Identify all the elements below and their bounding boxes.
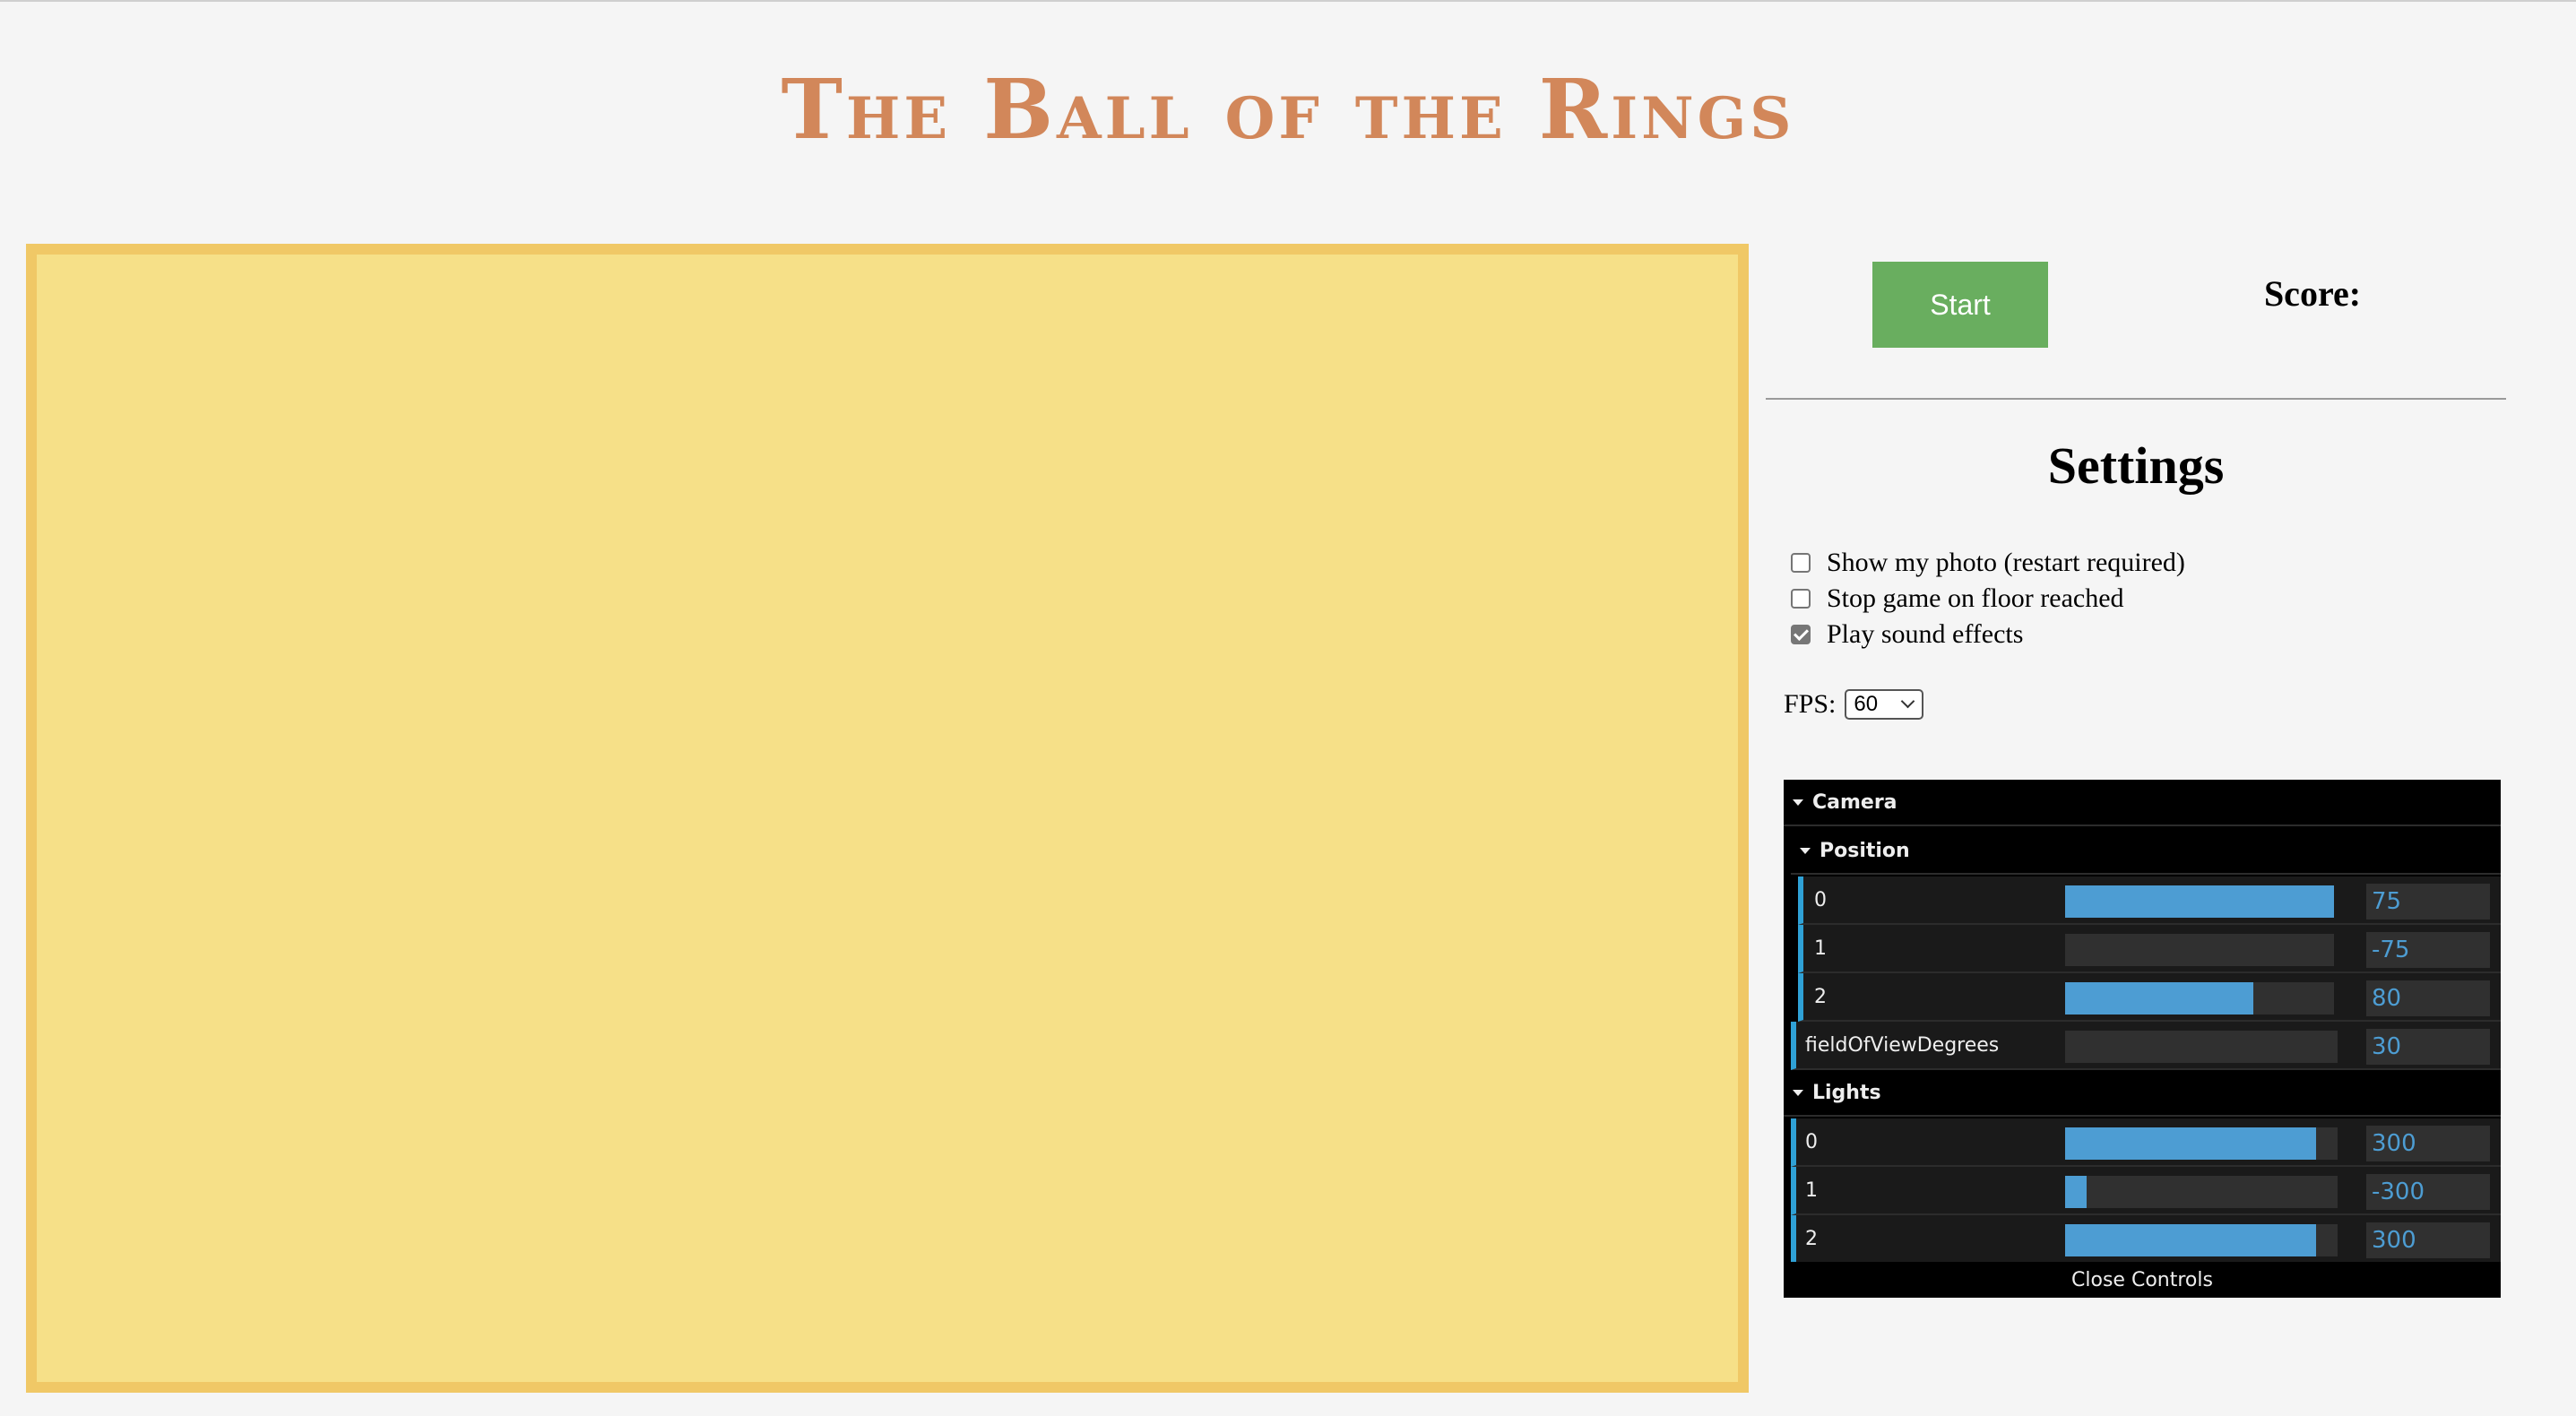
- lights-row-1: 1 -300: [1791, 1167, 2501, 1215]
- sound-effects-checkbox[interactable]: [1791, 625, 1811, 644]
- show-photo-label: Show my photo (restart required): [1827, 548, 2185, 577]
- position-2-input[interactable]: 80: [2366, 980, 2490, 1016]
- triangle-down-icon: [1793, 1089, 1803, 1096]
- position-row-2: 2 80: [1798, 973, 2501, 1022]
- fov-input[interactable]: 30: [2366, 1029, 2490, 1065]
- fps-label: FPS:: [1784, 689, 1837, 719]
- sound-effects-option[interactable]: Play sound effects: [1791, 617, 2023, 652]
- slider-fill: [2065, 1176, 2088, 1208]
- fps-select[interactable]: 60: [1845, 689, 1924, 720]
- position-0-slider[interactable]: [2065, 885, 2334, 918]
- slider-fill: [2065, 1224, 2316, 1256]
- position-folder-label: Position: [1820, 839, 1910, 862]
- slider-fill: [2065, 885, 2334, 918]
- score-label: Score:: [2263, 273, 2362, 314]
- lights-1-input[interactable]: -300: [2366, 1174, 2490, 1210]
- lights-row-0: 0 300: [1791, 1118, 2501, 1167]
- slider-fill: [2065, 1127, 2316, 1160]
- lights-row-label: 1: [1805, 1179, 1818, 1202]
- lights-row-2: 2 300: [1791, 1215, 2501, 1264]
- stop-on-floor-label: Stop game on floor reached: [1827, 583, 2124, 613]
- slider-fill: [2065, 982, 2253, 1015]
- triangle-down-icon: [1793, 799, 1803, 806]
- lights-folder[interactable]: Lights: [1784, 1070, 2501, 1117]
- fps-row: FPS: 60: [1784, 686, 1924, 722]
- game-title: The Ball of the Rings: [781, 61, 1795, 158]
- position-row-1: 1 -75: [1798, 925, 2501, 973]
- lights-row-label: 2: [1805, 1227, 1818, 1250]
- lights-folder-label: Lights: [1812, 1081, 1881, 1104]
- stop-on-floor-option[interactable]: Stop game on floor reached: [1791, 581, 2124, 617]
- position-row-0: 0 75: [1798, 876, 2501, 925]
- fov-slider[interactable]: [2065, 1031, 2338, 1063]
- controls-panel: Camera Position 0 75 1 -75 2 80 fieldOfV…: [1784, 780, 2501, 1298]
- position-1-input[interactable]: -75: [2366, 932, 2490, 968]
- position-1-slider[interactable]: [2065, 934, 2334, 966]
- settings-heading: Settings: [2047, 436, 2225, 495]
- lights-0-input[interactable]: 300: [2366, 1126, 2490, 1161]
- show-photo-option[interactable]: Show my photo (restart required): [1791, 545, 2185, 581]
- settings-divider: [1766, 398, 2506, 400]
- sound-effects-label: Play sound effects: [1827, 619, 2024, 649]
- chevron-down-icon: [1901, 694, 1915, 709]
- lights-row-label: 0: [1805, 1130, 1818, 1153]
- lights-0-slider[interactable]: [2065, 1127, 2338, 1160]
- lights-2-slider[interactable]: [2065, 1224, 2338, 1256]
- position-row-label: 2: [1814, 985, 1827, 1008]
- stop-on-floor-checkbox[interactable]: [1791, 589, 1811, 609]
- game-canvas[interactable]: [26, 244, 1749, 1393]
- start-button[interactable]: Start: [1872, 262, 2048, 348]
- triangle-down-icon: [1800, 847, 1811, 854]
- lights-2-input[interactable]: 300: [2366, 1222, 2490, 1258]
- camera-folder[interactable]: Camera: [1784, 780, 2501, 826]
- fps-value: 60: [1854, 692, 1879, 716]
- position-row-label: 0: [1814, 888, 1827, 911]
- close-controls-button[interactable]: Close Controls: [1784, 1262, 2501, 1298]
- camera-folder-label: Camera: [1812, 790, 1897, 814]
- lights-1-slider[interactable]: [2065, 1176, 2338, 1208]
- position-2-slider[interactable]: [2065, 982, 2334, 1015]
- fov-label: fieldOfViewDegrees: [1805, 1033, 2000, 1057]
- show-photo-checkbox[interactable]: [1791, 553, 1811, 573]
- position-folder[interactable]: Position: [1791, 828, 2501, 875]
- fov-row: fieldOfViewDegrees 30: [1791, 1022, 2501, 1070]
- position-0-input[interactable]: 75: [2366, 884, 2490, 920]
- top-divider: [0, 0, 2576, 2]
- position-row-label: 1: [1814, 937, 1827, 960]
